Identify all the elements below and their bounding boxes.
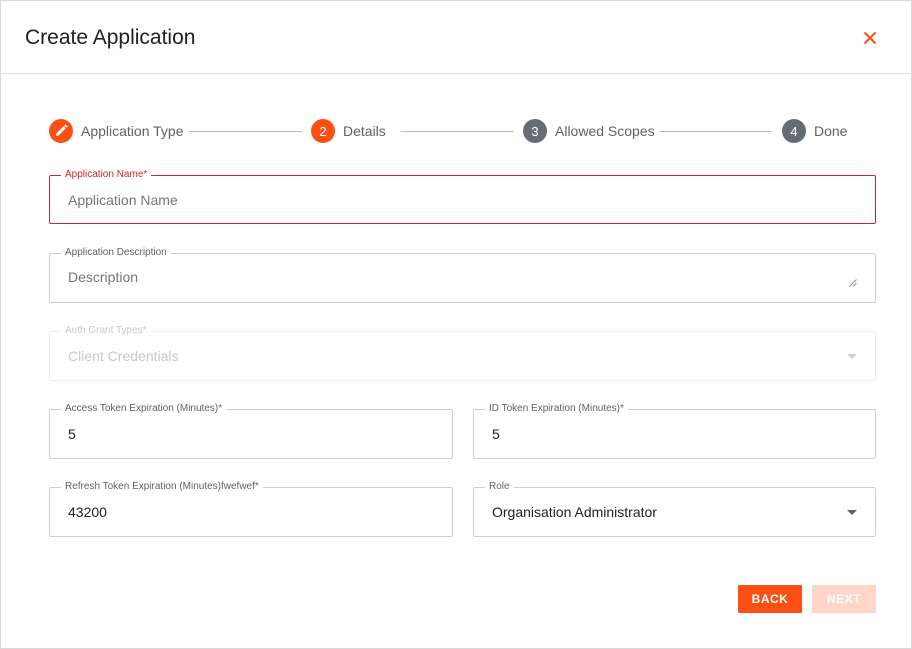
- create-application-dialog: Create Application Application Type 2 De…: [0, 0, 912, 649]
- back-button[interactable]: BACK: [738, 585, 802, 613]
- role-value: Organisation Administrator: [492, 504, 657, 520]
- close-icon: [863, 31, 877, 45]
- step-application-type[interactable]: Application Type: [49, 119, 183, 143]
- step-allowed-scopes[interactable]: 3 Allowed Scopes: [523, 119, 655, 143]
- access-token-expiration-value[interactable]: 5: [68, 426, 76, 442]
- step-details[interactable]: 2 Details: [311, 119, 386, 143]
- application-description-label: Application Description: [61, 247, 171, 259]
- step-label: Details: [343, 123, 386, 139]
- step-number: 2: [311, 119, 335, 143]
- step-label: Done: [814, 123, 848, 139]
- next-button[interactable]: NEXT: [812, 585, 876, 613]
- access-token-expiration-label: Access Token Expiration (Minutes)*: [61, 403, 227, 415]
- chevron-down-icon: [847, 354, 857, 359]
- step-done[interactable]: 4 Done: [782, 119, 847, 143]
- chevron-down-icon[interactable]: [847, 510, 857, 515]
- access-token-expiration-field[interactable]: Access Token Expiration (Minutes)* 5: [49, 403, 453, 459]
- auth-grant-types-label: Auth Grant Types*: [61, 325, 151, 337]
- role-label: Role: [485, 481, 514, 493]
- auth-grant-types-value: Client Credentials: [68, 348, 179, 364]
- pencil-icon: [56, 124, 68, 136]
- id-token-expiration-label: ID Token Expiration (Minutes)*: [485, 403, 628, 415]
- role-select[interactable]: Role Organisation Administrator: [473, 481, 876, 537]
- step-connector: [189, 131, 302, 132]
- auth-grant-types-select: Auth Grant Types* Client Credentials: [49, 325, 876, 381]
- id-token-expiration-value[interactable]: 5: [492, 426, 500, 442]
- application-name-input[interactable]: [68, 191, 848, 209]
- step-completed-indicator: [49, 119, 73, 143]
- step-number: 4: [782, 119, 806, 143]
- dialog-title: Create Application: [25, 26, 196, 49]
- application-description-field[interactable]: Application Description: [49, 247, 876, 303]
- refresh-token-expiration-field[interactable]: Refresh Token Expiration (Minutes)fwefwe…: [49, 481, 453, 537]
- resize-handle-icon[interactable]: [849, 279, 857, 287]
- dialog-header: Create Application: [1, 1, 911, 74]
- application-description-input[interactable]: [68, 269, 848, 289]
- refresh-token-expiration-value[interactable]: 43200: [68, 504, 107, 520]
- step-label: Allowed Scopes: [555, 123, 655, 139]
- application-name-field[interactable]: Application Name*: [49, 169, 876, 224]
- id-token-expiration-field[interactable]: ID Token Expiration (Minutes)* 5: [473, 403, 876, 459]
- step-number: 3: [523, 119, 547, 143]
- step-connector: [401, 131, 514, 132]
- application-name-label: Application Name*: [61, 169, 152, 181]
- step-connector: [659, 131, 772, 132]
- step-label: Application Type: [81, 123, 184, 139]
- close-button[interactable]: [857, 25, 883, 51]
- refresh-token-expiration-label: Refresh Token Expiration (Minutes)fwefwe…: [61, 481, 263, 493]
